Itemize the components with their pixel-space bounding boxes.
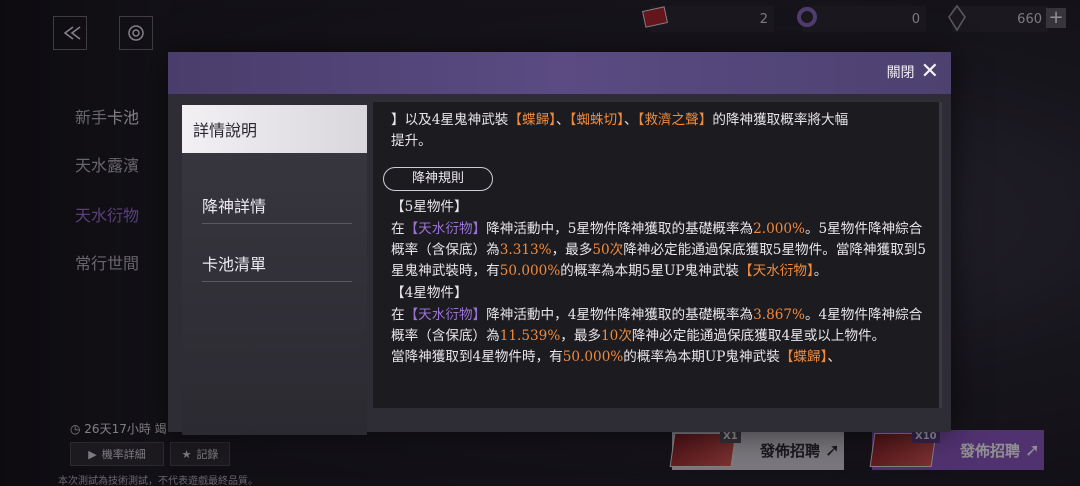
close-icon: ✕ — [920, 59, 939, 84]
weapon-name: 【救濟之聲】 — [637, 112, 713, 128]
pool-name: 【天水衍物】 — [404, 307, 487, 323]
summon-rules-label: 降神規則 — [383, 167, 494, 191]
weapon-name: 【蝶歸】 — [508, 112, 556, 128]
intro-paragraph: 】以及4星鬼神武裝【蝶歸】、【蜘蛛切】、【救濟之聲】的降神獲取概率將大幅 提升。 — [391, 110, 935, 152]
four-star-heading: 【4星物件】 — [391, 285, 468, 301]
details-content[interactable]: 】以及4星鬼神武裝【蝶歸】、【蜘蛛切】、【救濟之聲】的降神獲取概率將大幅 提升。… — [373, 102, 939, 408]
rate-value: 2.000% — [753, 221, 805, 237]
pool-details-modal: 關閉 ✕ 詳情說明 降神詳情 卡池清單 】以及4星鬼神武裝【蝶歸】、【蜘蛛切】、… — [168, 52, 951, 435]
pity-count: 10次 — [601, 328, 632, 344]
separator: 、 — [623, 112, 638, 128]
rate-value: 50.000% — [562, 349, 624, 365]
rate-value: 50.000% — [499, 263, 561, 279]
tab-details[interactable]: 詳情說明 — [182, 105, 367, 153]
body-text: 的概率為本期UP鬼神武裝 — [623, 349, 780, 365]
body-text: 當降神獲取到4星物件時，有 — [391, 349, 563, 365]
weapon-name: 【蝶歸】 — [779, 349, 828, 365]
modal-tab-list: 詳情說明 降神詳情 卡池清單 — [182, 105, 367, 435]
body-text: 降神活動中，4星物件降神獲取的基礎概率為 — [486, 307, 754, 323]
body-text: 、 — [827, 349, 841, 365]
intro-text: 】以及4星鬼神武裝 — [391, 112, 509, 128]
pool-name: 【天水衍物】 — [404, 221, 487, 237]
modal-header — [168, 52, 951, 94]
close-button[interactable]: 關閉 ✕ — [886, 59, 939, 84]
five-star-paragraph: 在【天水衍物】降神活動中，5星物件降神獲取的基礎概率為2.000%。5星物件降神… — [391, 219, 935, 282]
weapon-name: 【蜘蛛切】 — [569, 112, 624, 128]
content-fade — [373, 384, 939, 408]
body-text: 在 — [391, 221, 405, 237]
content-scrollbar[interactable] — [939, 102, 942, 408]
body-text: 降神必定能通過保底獲取4星或以上物件。 — [631, 328, 886, 344]
body-text: ，最多 — [560, 328, 602, 344]
body-text: 的概率為本期5星UP鬼神武裝 — [560, 263, 740, 279]
four-star-paragraph: 在【天水衍物】降神活動中，4星物件降神獲取的基礎概率為3.867%。4星物件降神… — [391, 305, 935, 368]
separator: 、 — [555, 112, 570, 128]
tab-summon-details[interactable]: 降神詳情 — [182, 181, 354, 229]
close-label: 關閉 — [886, 65, 915, 81]
tab-divider — [202, 281, 352, 282]
rate-value: 3.867% — [753, 307, 805, 323]
intro-text: 提升。 — [391, 133, 432, 149]
tab-details-label: 詳情說明 — [193, 121, 258, 140]
body-text: 。 — [813, 263, 828, 279]
body-text: ，最多 — [551, 242, 593, 258]
rate-value: 3.313% — [499, 242, 552, 258]
body-text: 在 — [391, 307, 405, 323]
five-star-heading: 【5星物件】 — [391, 199, 468, 215]
tab-divider — [202, 223, 352, 224]
tab-summon-details-label: 降神詳情 — [202, 197, 267, 216]
tab-pool-list-label: 卡池清單 — [202, 255, 267, 274]
tab-pool-list[interactable]: 卡池清單 — [182, 239, 354, 287]
rate-value: 11.539% — [499, 328, 561, 344]
intro-text: 的降神獲取概率將大幅 — [712, 112, 849, 128]
pity-count: 50次 — [592, 242, 624, 258]
body-text: 降神活動中，5星物件降神獲取的基礎概率為 — [486, 221, 754, 237]
weapon-name: 【天水衍物】 — [739, 263, 814, 279]
